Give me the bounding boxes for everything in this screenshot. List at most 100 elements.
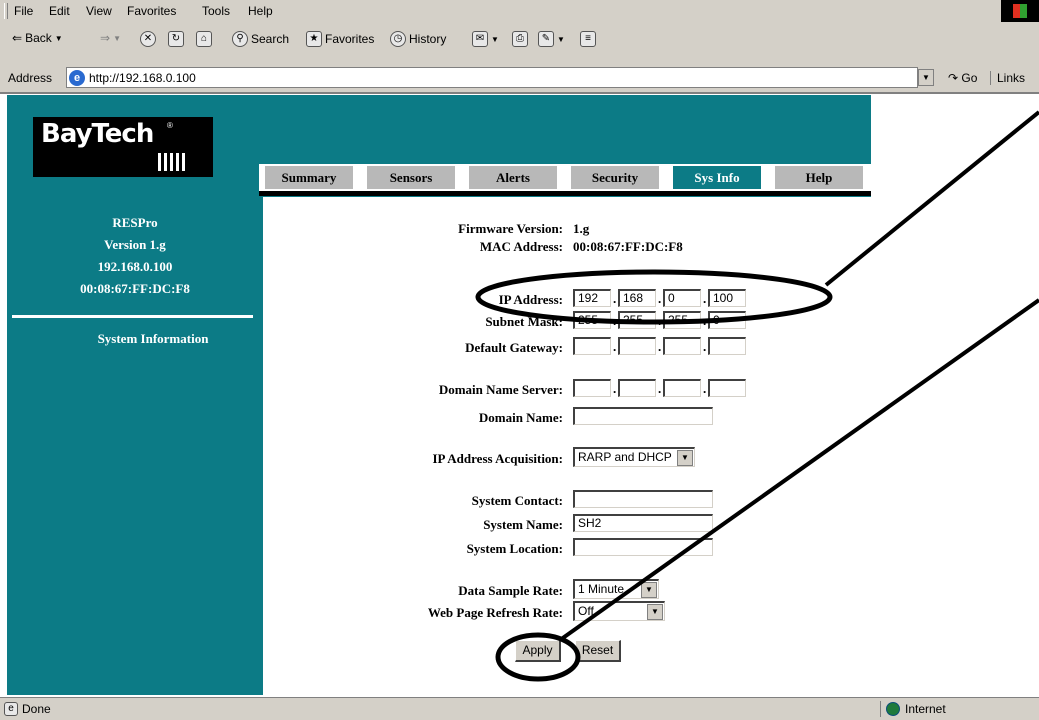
subnet-dot: . xyxy=(613,313,617,328)
back-label: Back xyxy=(25,31,52,45)
menu-edit[interactable]: Edit xyxy=(49,4,70,18)
refresh-icon: ↻ xyxy=(168,31,184,47)
gateway-dot: . xyxy=(613,339,617,354)
menu-favorites[interactable]: Favorites xyxy=(127,4,176,18)
status-bar: e Done Internet xyxy=(0,697,1039,720)
dns-dot: . xyxy=(703,381,707,396)
edit-button[interactable]: ✎ ▼ xyxy=(538,31,565,47)
mail-button[interactable]: ✉ ▼ xyxy=(472,31,499,47)
sidebar-product: RESPro xyxy=(112,215,158,230)
data-sample-rate-select[interactable]: 1 Minute ▼ xyxy=(573,579,659,599)
links-button[interactable]: Links xyxy=(990,71,1025,85)
domain-name-field[interactable] xyxy=(573,407,713,425)
favorites-icon: ★ xyxy=(306,31,322,47)
gateway-label: Default Gateway: xyxy=(465,340,563,355)
apply-button[interactable]: Apply xyxy=(515,640,561,662)
address-dropdown-icon[interactable]: ▼ xyxy=(918,69,934,86)
dns-label: Domain Name Server: xyxy=(438,382,563,397)
tab-security[interactable]: Security xyxy=(571,166,659,189)
standard-toolbar: ⇐ Back ▼ ⇒ ▼ ✕ ↻ ⌂ ⚲ Search ★ Favorites … xyxy=(0,22,1039,63)
favorites-button[interactable]: ★ Favorites xyxy=(306,31,374,47)
menu-help[interactable]: Help xyxy=(248,4,273,18)
menu-bar: File Edit View Favorites Tools Help xyxy=(0,0,1039,23)
system-contact-label: System Contact: xyxy=(471,493,563,508)
system-contact-field[interactable] xyxy=(573,490,713,508)
ip-octet-1[interactable]: 192 xyxy=(573,289,611,307)
search-label: Search xyxy=(251,32,290,46)
firmware-label: Firmware Version: xyxy=(458,221,563,236)
tab-help[interactable]: Help xyxy=(775,166,863,189)
search-button[interactable]: ⚲ Search xyxy=(232,31,289,47)
status-text: Done xyxy=(22,702,51,716)
gateway-octet-2[interactable] xyxy=(618,337,656,355)
subnet-octet-4[interactable]: 0 xyxy=(708,311,746,329)
system-location-label: System Location: xyxy=(466,541,563,556)
refresh-rate-value: Off xyxy=(578,604,594,618)
discuss-button[interactable]: ≡ xyxy=(580,31,596,47)
sidebar-item-system-information[interactable]: System Information xyxy=(7,331,263,347)
ip-octet-4[interactable]: 100 xyxy=(708,289,746,307)
mac-label: MAC Address: xyxy=(479,239,563,254)
links-label: Links xyxy=(997,71,1026,85)
ip-acquisition-select[interactable]: RARP and DHCP ▼ xyxy=(573,447,695,467)
gateway-octet-1[interactable] xyxy=(573,337,611,355)
system-name-field[interactable]: SH2 xyxy=(573,514,713,532)
subnet-octet-1[interactable]: 255 xyxy=(573,311,611,329)
dns-octet-2[interactable] xyxy=(618,379,656,397)
forward-button[interactable]: ⇒ ▼ xyxy=(100,31,121,45)
stop-button[interactable]: ✕ xyxy=(140,31,156,47)
sidebar-mac: 00:08:67:FF:DC:F8 xyxy=(80,281,190,296)
tab-sensors[interactable]: Sensors xyxy=(367,166,455,189)
subnet-dot: . xyxy=(703,313,707,328)
subnet-octet-3[interactable]: 255 xyxy=(663,311,701,329)
dns-octet-1[interactable] xyxy=(573,379,611,397)
system-location-field[interactable] xyxy=(573,538,713,556)
logo-bars-icon xyxy=(158,153,188,171)
refresh-button[interactable]: ↻ xyxy=(168,31,184,47)
ip-dot: . xyxy=(658,291,662,306)
subnet-label: Subnet Mask: xyxy=(485,314,563,329)
print-icon: ⎙ xyxy=(512,31,528,47)
home-icon: ⌂ xyxy=(196,31,212,47)
go-button[interactable]: ↷ Go xyxy=(948,71,977,85)
baytech-logo: BayTech ® xyxy=(33,117,213,177)
dns-octet-4[interactable] xyxy=(708,379,746,397)
gateway-octet-3[interactable] xyxy=(663,337,701,355)
globe-icon xyxy=(886,702,900,716)
refresh-rate-select[interactable]: Off ▼ xyxy=(573,601,665,621)
ip-label: IP Address: xyxy=(498,292,563,307)
mail-icon: ✉ xyxy=(472,31,488,47)
stop-icon: ✕ xyxy=(140,31,156,47)
header-divider xyxy=(259,191,871,196)
domain-name-label: Domain Name: xyxy=(478,410,563,425)
menu-view[interactable]: View xyxy=(86,4,112,18)
gateway-dot: . xyxy=(703,339,707,354)
menu-tools[interactable]: Tools xyxy=(202,4,230,18)
status-left: e Done xyxy=(4,702,51,716)
logo-text: BayTech xyxy=(41,119,154,149)
address-input[interactable]: e http://192.168.0.100 xyxy=(66,67,918,88)
reset-button[interactable]: Reset xyxy=(575,640,621,662)
refresh-rate-label: Web Page Refresh Rate: xyxy=(427,605,563,620)
dns-octet-3[interactable] xyxy=(663,379,701,397)
dns-dot: . xyxy=(658,381,662,396)
tab-summary[interactable]: Summary xyxy=(265,166,353,189)
menu-grip xyxy=(4,3,8,19)
nav-tabs: Summary Sensors Alerts Security Sys Info… xyxy=(259,164,871,191)
menu-file[interactable]: File xyxy=(14,4,33,18)
tab-sys-info[interactable]: Sys Info xyxy=(673,166,761,189)
search-icon: ⚲ xyxy=(232,31,248,47)
chevron-down-icon: ▼ xyxy=(677,450,693,466)
sidebar-version: Version 1.g xyxy=(104,237,166,252)
mac-value: 00:08:67:FF:DC:F8 xyxy=(573,239,683,254)
home-button[interactable]: ⌂ xyxy=(196,31,212,47)
tab-alerts[interactable]: Alerts xyxy=(469,166,557,189)
subnet-octet-2[interactable]: 255 xyxy=(618,311,656,329)
ip-octet-3[interactable]: 0 xyxy=(663,289,701,307)
back-button[interactable]: ⇐ Back ▼ xyxy=(12,31,63,45)
gateway-octet-4[interactable] xyxy=(708,337,746,355)
print-button[interactable]: ⎙ xyxy=(512,31,528,47)
ip-octet-2[interactable]: 168 xyxy=(618,289,656,307)
discuss-icon: ≡ xyxy=(580,31,596,47)
history-button[interactable]: ◷ History xyxy=(390,31,446,47)
